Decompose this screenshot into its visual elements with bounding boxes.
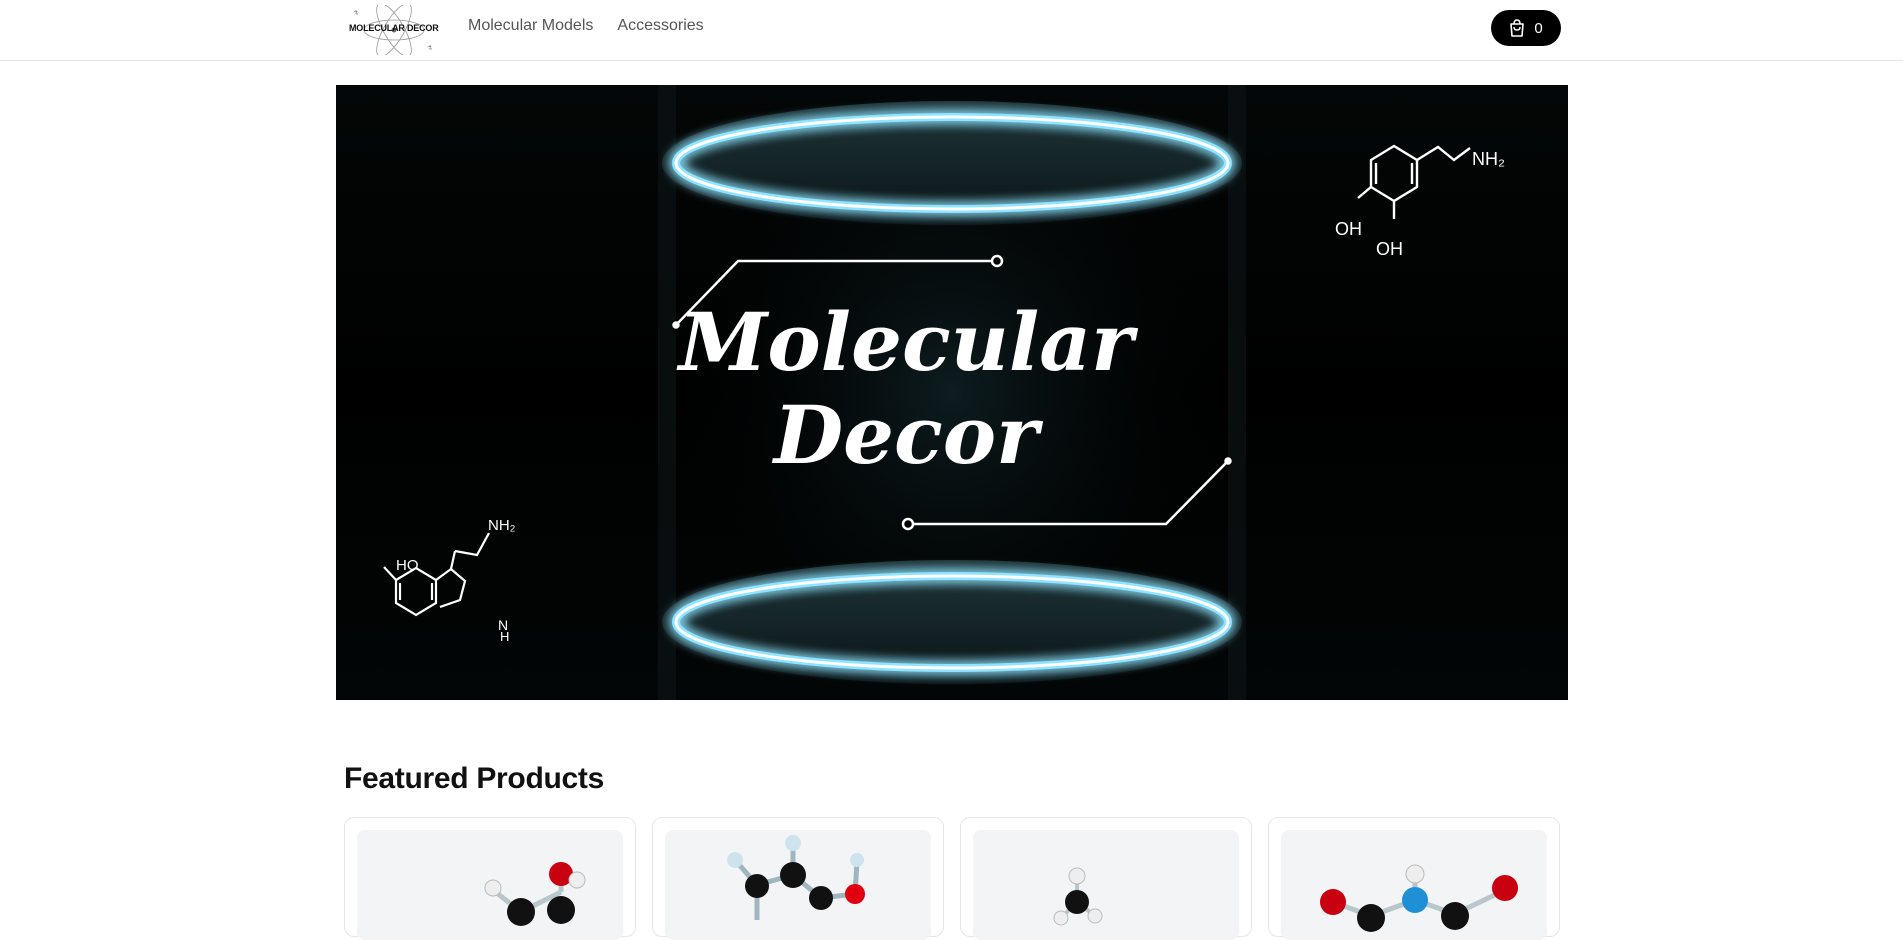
serotonin-nh2-label: NH₂: [488, 517, 516, 534]
nav-accessories[interactable]: Accessories: [617, 17, 703, 35]
dopamine-oh2-label: OH: [1376, 239, 1403, 259]
dopamine-oh1-label: OH: [1335, 219, 1362, 239]
product-card[interactable]: [960, 817, 1252, 940]
shopping-bag-icon: [1510, 19, 1525, 37]
featured-products-grid: [344, 817, 1561, 940]
svg-text:⚗: ⚗: [353, 10, 359, 17]
product-image: [357, 830, 623, 940]
product-card[interactable]: [652, 817, 944, 940]
nav-molecular-models[interactable]: Molecular Models: [468, 17, 593, 35]
hero-graphic: Molecular Decor NH₂ OH OH NH₂ HO N H: [336, 85, 1568, 700]
site-header: ⚗ ⚗ MOLECULAR DECOR Molecular Models Acc…: [0, 0, 1903, 61]
molecule-model-icon: [1320, 864, 1518, 932]
product-card[interactable]: [344, 817, 636, 940]
product-image: [1281, 830, 1547, 940]
product-image: [973, 830, 1239, 940]
dopamine-nh2-label: NH₂: [1472, 149, 1505, 169]
hero-banner: Molecular Decor NH₂ OH OH NH₂ HO N H: [336, 85, 1568, 700]
hero-title-line1: Molecular: [676, 295, 1138, 389]
featured-products-heading: Featured Products: [344, 762, 604, 795]
hero-title-line2: Decor: [772, 388, 1043, 482]
cart-count: 0: [1534, 19, 1543, 37]
serotonin-ho-label: HO: [396, 557, 419, 574]
molecule-model-icon: [727, 835, 865, 920]
main-nav: Molecular Models Accessories: [468, 17, 704, 35]
product-image: [665, 830, 931, 940]
logo-text: MOLECULAR DECOR: [349, 23, 439, 33]
molecule-model-icon: [484, 862, 586, 926]
molecule-model-icon: [1053, 867, 1103, 926]
site-logo[interactable]: ⚗ ⚗ MOLECULAR DECOR: [347, 3, 441, 57]
cart-button[interactable]: 0: [1491, 10, 1561, 46]
svg-text:⚗: ⚗: [427, 45, 433, 52]
serotonin-h-label: H: [500, 629, 509, 644]
product-card[interactable]: [1268, 817, 1560, 940]
